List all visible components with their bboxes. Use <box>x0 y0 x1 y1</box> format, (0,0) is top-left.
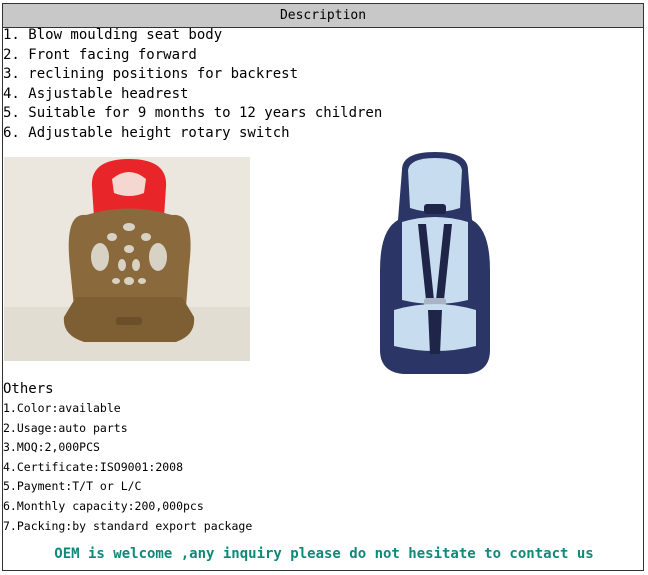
others-item: 7.Packing:by standard export package <box>3 518 253 533</box>
others-list: 1.Color:available 2.Usage:auto parts 3.M… <box>3 399 252 536</box>
feature-list: 1. Blow moulding seat body 2. Front faci… <box>3 26 382 144</box>
others-title: Others <box>3 381 54 397</box>
description-header: Description <box>3 4 643 28</box>
others-item: 3.MOQ:2,000PCS <box>3 440 100 455</box>
others-item: 5.Payment:T/T or L/C <box>3 479 142 494</box>
feature-item: 2. Front facing forward <box>3 46 197 63</box>
others-item: 6.Monthly capacity:200,000pcs <box>3 498 204 513</box>
others-item: 2.Usage:auto parts <box>3 420 128 435</box>
feature-item: 6. Adjustable height rotary switch <box>3 124 290 141</box>
feature-item: 5. Suitable for 9 months to 12 years chi… <box>3 105 383 122</box>
feature-item: 3. reclining positions for backrest <box>3 66 299 83</box>
car-seat-photo <box>372 150 498 380</box>
feature-item: 4. Asjustable headrest <box>3 85 189 102</box>
oem-footer-note: OEM is welcome ,any inquiry please do no… <box>54 546 594 562</box>
feature-item: 1. Blow moulding seat body <box>3 27 223 43</box>
others-item: 4.Certificate:ISO9001:2008 <box>3 459 184 474</box>
seat-shell-photo <box>4 157 250 361</box>
others-item: 1.Color:available <box>3 401 121 415</box>
